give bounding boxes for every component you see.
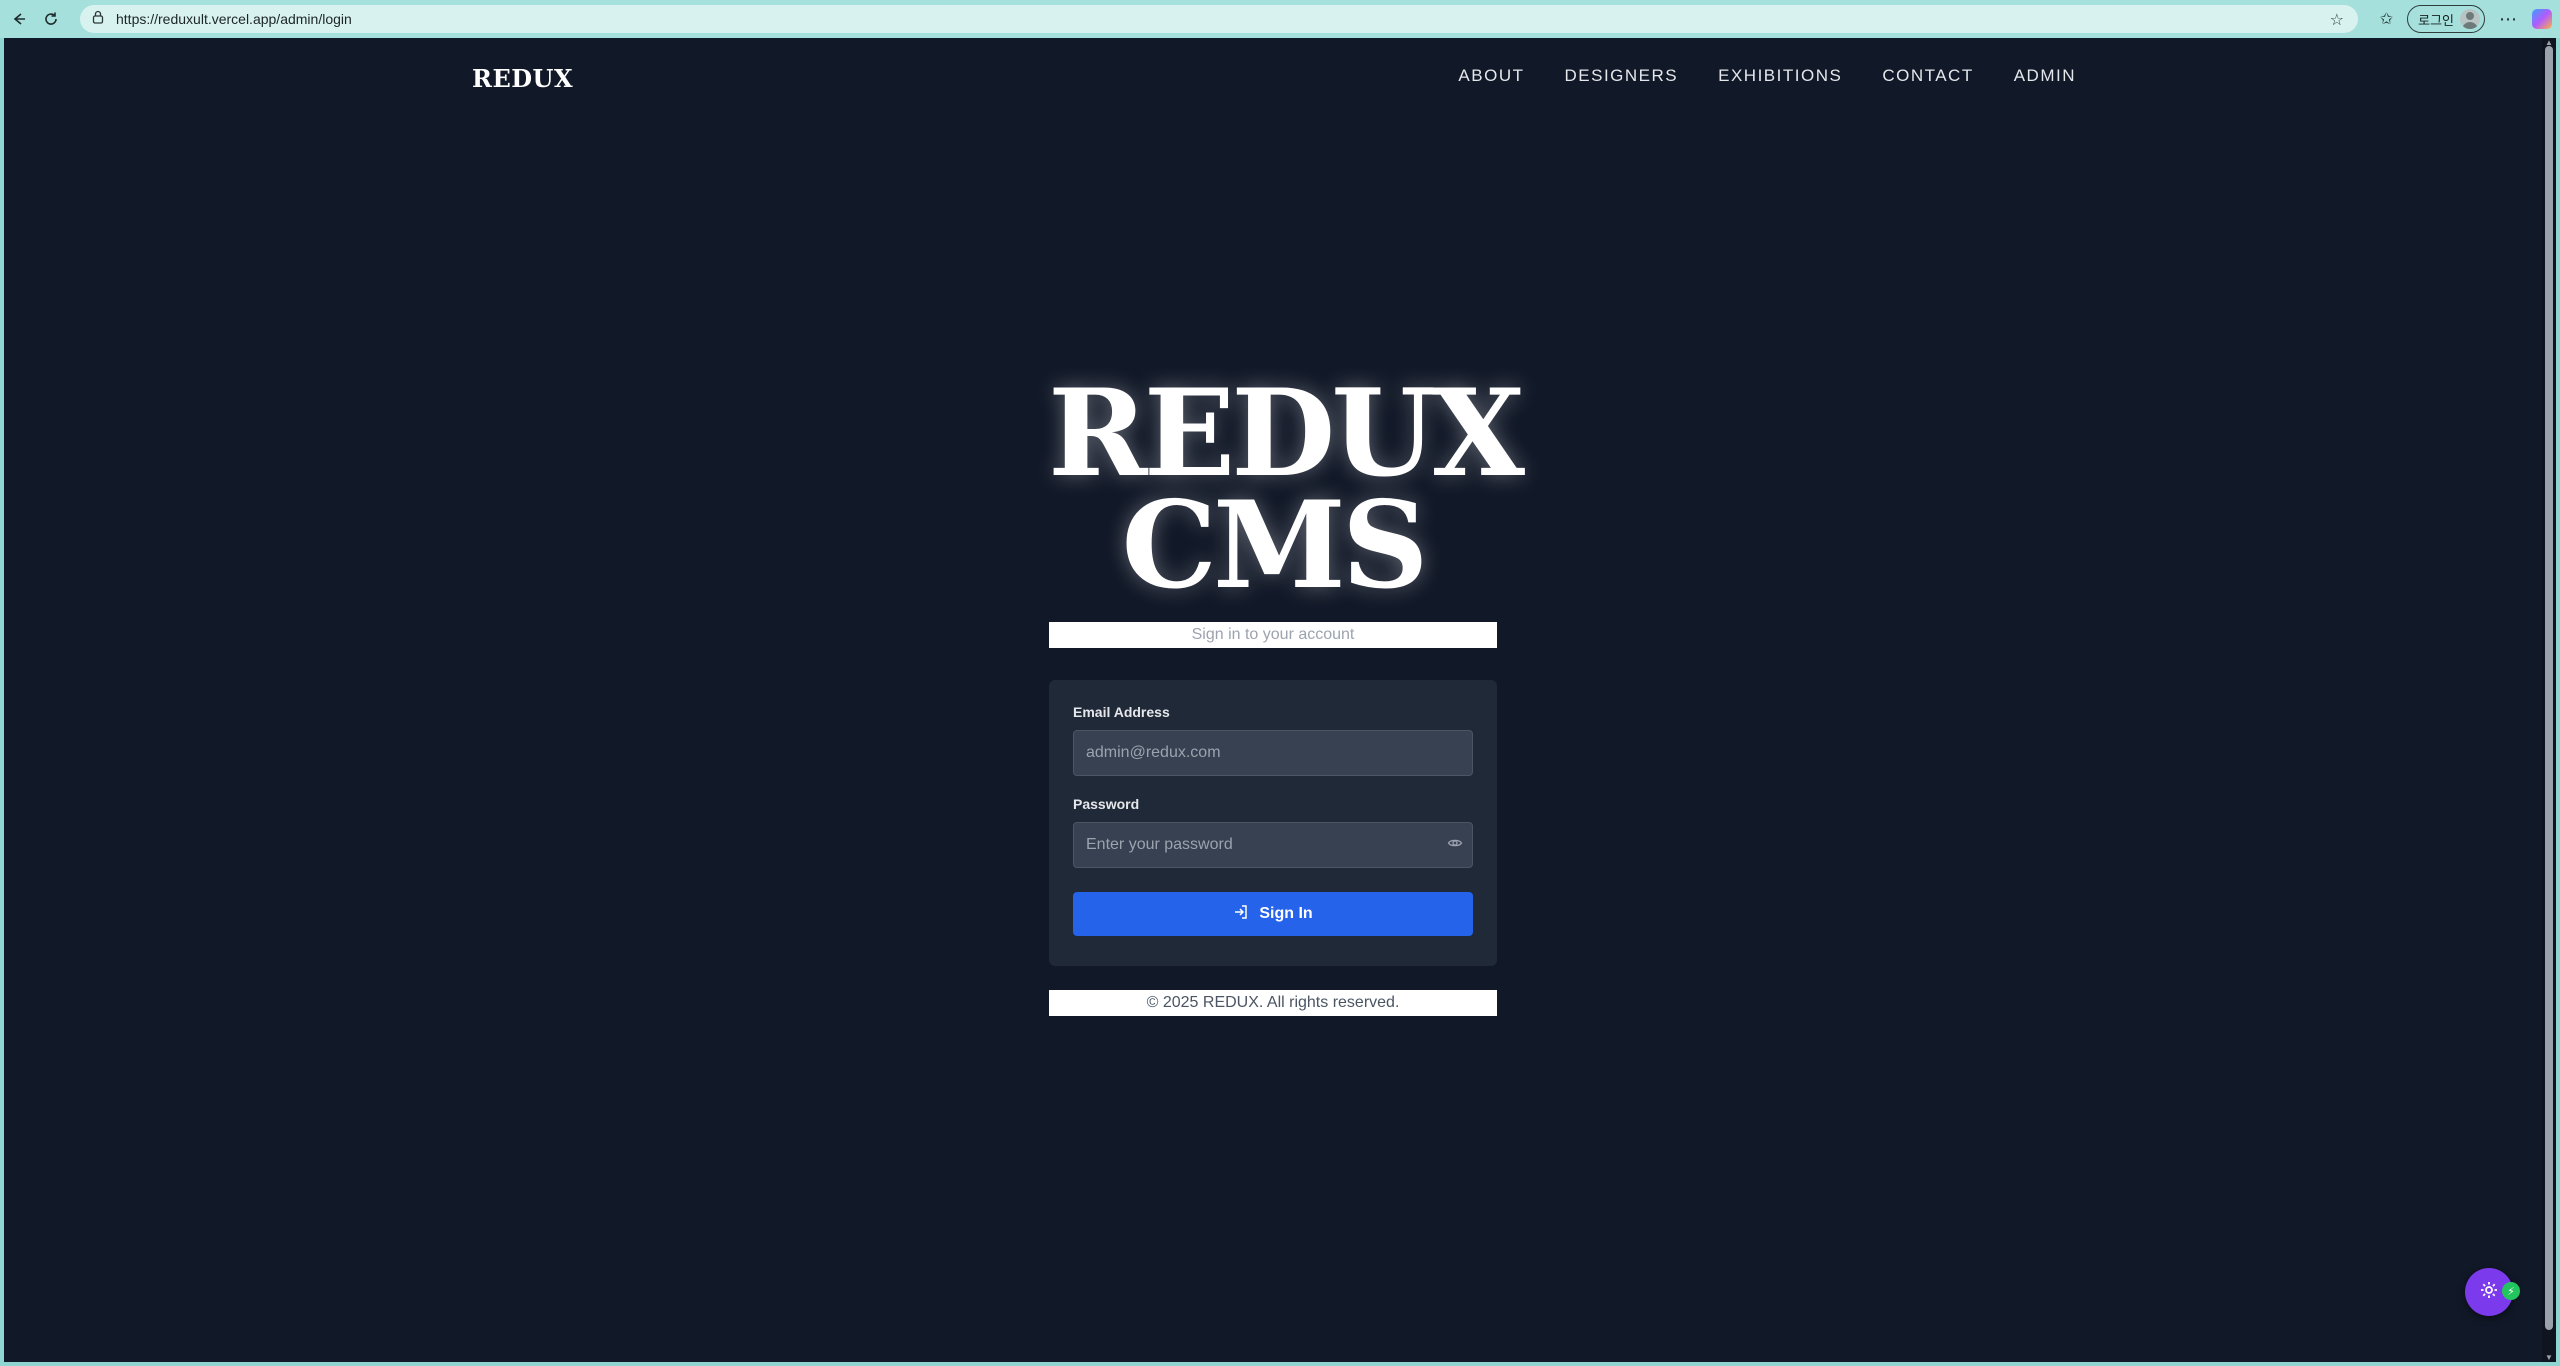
profile-label: 로그인 [2418,12,2454,28]
password-wrapper [1073,812,1473,868]
scrollbar[interactable]: ▲ ▼ [2542,38,2556,1362]
avatar [2460,9,2480,29]
bolt-icon: ⚡ [2502,1282,2520,1300]
nav-link-about[interactable]: ABOUT [1458,66,1524,86]
browser-toolbar: https://reduxult.vercel.app/admin/login … [0,0,2560,38]
footer-copyright: © 2025 REDUX. All rights reserved. [1049,990,1497,1016]
sign-in-icon [1233,904,1249,925]
window-bottom-edge [0,1362,2560,1366]
nav-link-contact[interactable]: CONTACT [1882,66,1973,86]
sign-in-label: Sign In [1259,905,1313,922]
brand-logo[interactable]: REDUX [472,64,573,93]
gear-icon [2479,1280,2499,1305]
more-icon[interactable]: ⋯ [2499,9,2518,30]
profile-button[interactable]: 로그인 [2407,5,2485,33]
title-line-2: CMS [1121,475,1429,616]
address-bar[interactable]: https://reduxult.vercel.app/admin/login … [80,5,2358,33]
copilot-icon[interactable] [2532,9,2552,29]
nav-link-designers[interactable]: DESIGNERS [1564,66,1678,86]
browser-right-controls: ✩ 로그인 ⋯ [2380,0,2560,38]
site-header: REDUX ABOUT DESIGNERS EXHIBITIONS CONTAC… [4,38,2542,118]
back-arrow-icon[interactable] [6,6,32,32]
nav-link-admin[interactable]: ADMIN [2014,66,2076,86]
star-icon[interactable]: ☆ [2330,10,2344,30]
password-field[interactable] [1073,822,1473,868]
page-title: REDUX CMS [1048,374,1525,606]
main-nav: ABOUT DESIGNERS EXHIBITIONS CONTACT ADMI… [1458,66,2076,86]
page-subtitle: Sign in to your account [1049,622,1497,648]
eye-icon[interactable] [1447,835,1463,851]
sign-in-button[interactable]: Sign In [1073,892,1473,936]
email-label: Email Address [1073,704,1170,720]
reload-icon[interactable] [38,6,64,32]
email-field[interactable] [1073,730,1473,776]
scrollbar-thumb[interactable] [2545,46,2553,1330]
nav-link-exhibitions[interactable]: EXHIBITIONS [1718,66,1842,86]
login-form: Email Address Password Sign In [1049,680,1497,966]
lock-icon[interactable] [92,10,104,29]
scroll-down-icon[interactable]: ▼ [2545,1353,2553,1362]
password-label: Password [1073,796,1140,812]
url-text[interactable]: https://reduxult.vercel.app/admin/login [116,11,352,27]
page-viewport: REDUX ABOUT DESIGNERS EXHIBITIONS CONTAC… [4,38,2542,1362]
favorites-icon[interactable]: ✩ [2380,9,2393,29]
